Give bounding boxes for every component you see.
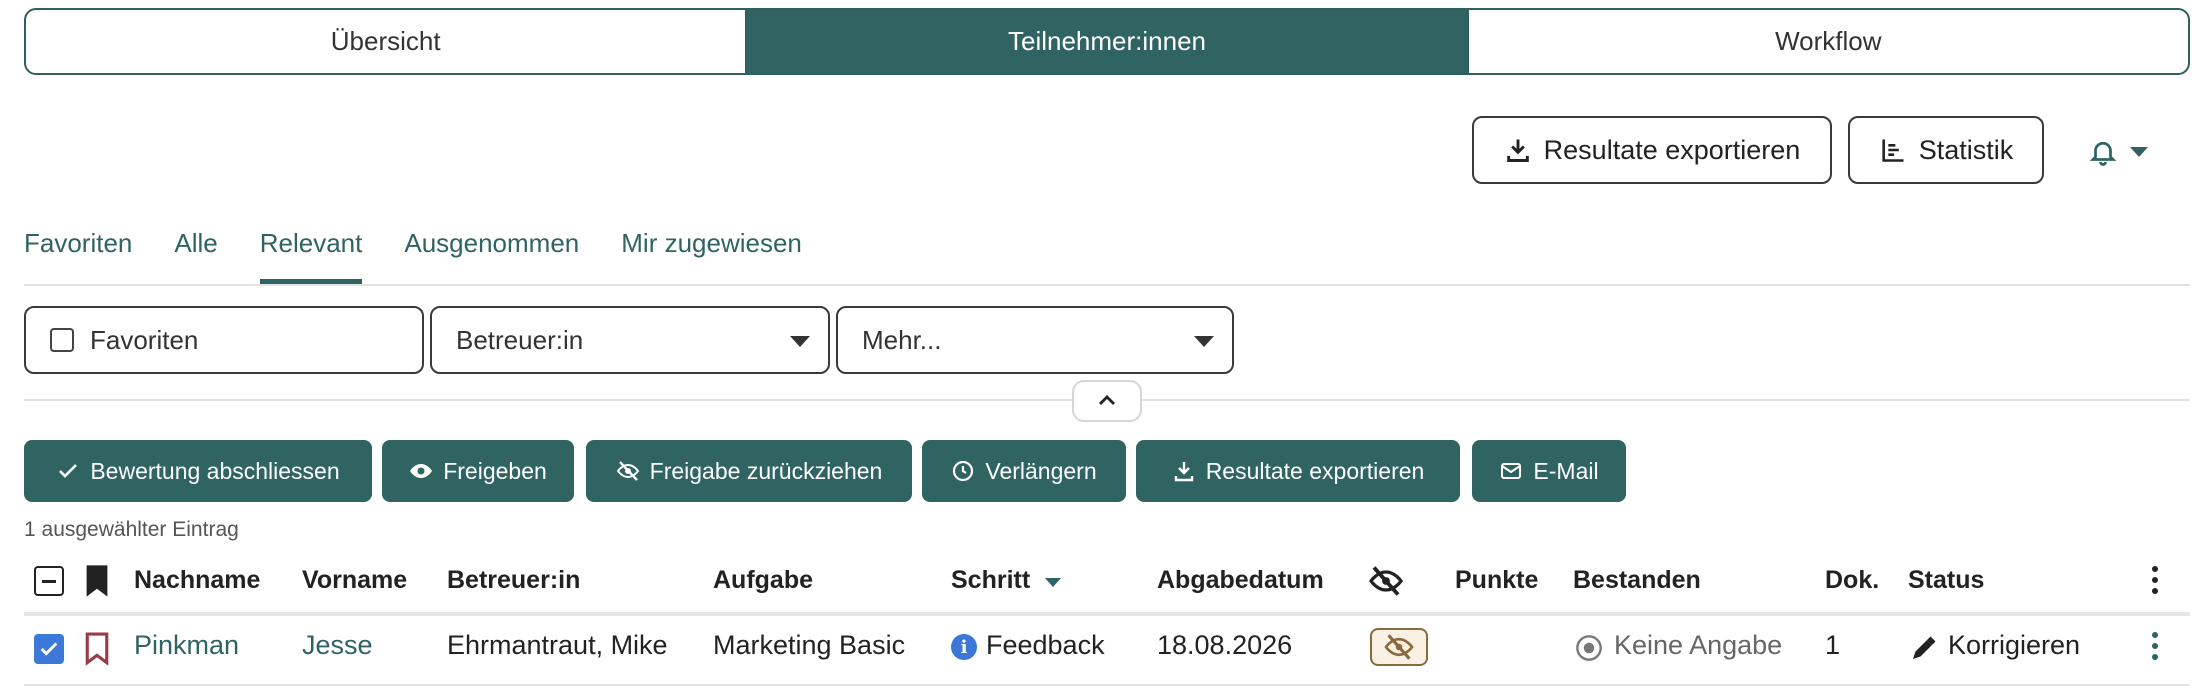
subtab-excluded[interactable]: Ausgenommen xyxy=(404,220,579,284)
hidden-badge[interactable] xyxy=(1370,628,1428,666)
table-options-kebab-icon[interactable] xyxy=(2152,566,2158,594)
minus-icon xyxy=(42,579,56,583)
bar-chart-icon xyxy=(1882,139,1904,162)
extend-button[interactable]: Verlängern xyxy=(922,440,1126,502)
bulk-export-results-button[interactable]: Resultate exportieren xyxy=(1136,440,1460,502)
release-label: Freigeben xyxy=(443,457,547,484)
col-firstname[interactable]: Vorname xyxy=(302,566,407,595)
bulk-export-label: Resultate exportieren xyxy=(1205,457,1425,484)
download-icon xyxy=(1506,139,1529,162)
eye-slash-icon xyxy=(1369,566,1403,596)
row-step[interactable]: Feedback xyxy=(986,630,1105,661)
col-docs[interactable]: Dok. xyxy=(1825,566,1879,595)
col-passed[interactable]: Bestanden xyxy=(1573,566,1701,595)
check-icon xyxy=(40,642,58,656)
export-results-label: Resultate exportieren xyxy=(1543,134,1801,165)
chevron-up-icon xyxy=(1099,395,1115,405)
top-tabs: Übersicht Teilnehmer:innen Workflow xyxy=(24,8,2190,75)
col-task[interactable]: Aufgabe xyxy=(713,566,813,595)
chevron-down-icon xyxy=(2130,147,2148,157)
supervisor-filter-label: Betreuer:in xyxy=(456,324,584,355)
notification-dropdown[interactable] xyxy=(2088,132,2168,172)
release-button[interactable]: Freigeben xyxy=(382,440,574,502)
row-docs[interactable]: 1 xyxy=(1825,630,1840,661)
divider xyxy=(24,284,2190,286)
statistics-button[interactable]: Statistik xyxy=(1848,116,2044,184)
finish-assessment-label: Bewertung abschliessen xyxy=(90,457,340,484)
more-filter[interactable]: Mehr... xyxy=(836,306,1234,374)
info-icon: i xyxy=(951,634,977,660)
extend-label: Verlängern xyxy=(985,457,1097,484)
row-checkbox[interactable] xyxy=(34,634,64,664)
more-filter-label: Mehr... xyxy=(862,324,942,355)
bookmark-icon[interactable] xyxy=(84,564,110,598)
bookmark-outline-icon[interactable] xyxy=(84,632,110,666)
subtab-all[interactable]: Alle xyxy=(174,220,217,284)
col-step[interactable]: Schritt xyxy=(951,566,1030,595)
tab-participants[interactable]: Teilnehmer:innen xyxy=(745,10,1467,73)
filter-tabs: Favoriten Alle Relevant Ausgenommen Mir … xyxy=(24,220,844,284)
col-supervisor[interactable]: Betreuer:in xyxy=(447,566,580,595)
caret-down-icon xyxy=(1194,336,1214,347)
col-status[interactable]: Status xyxy=(1908,566,1984,595)
envelope-icon xyxy=(1501,463,1522,479)
sort-caret-icon[interactable] xyxy=(1045,578,1061,587)
col-due-date[interactable]: Abgabedatum xyxy=(1157,566,1324,595)
tab-overview[interactable]: Übersicht xyxy=(26,10,745,73)
check-icon xyxy=(59,464,78,478)
caret-down-icon xyxy=(790,336,810,347)
finish-assessment-button[interactable]: Bewertung abschliessen xyxy=(24,440,372,502)
bell-icon xyxy=(2089,141,2117,166)
row-task: Marketing Basic xyxy=(713,630,906,660)
email-button[interactable]: E-Mail xyxy=(1472,440,1626,502)
row-supervisor: Ehrmantraut, Mike xyxy=(447,630,668,660)
clock-icon xyxy=(953,460,974,482)
collapse-filters-button[interactable] xyxy=(1072,380,1142,422)
statistics-label: Statistik xyxy=(1918,134,2014,165)
withdraw-release-button[interactable]: Freigabe zurückziehen xyxy=(586,440,912,502)
row-status[interactable]: Korrigieren xyxy=(1948,630,2080,661)
row-lastname[interactable]: Pinkman xyxy=(134,630,239,661)
col-lastname[interactable]: Nachname xyxy=(134,566,260,595)
row-firstname[interactable]: Jesse xyxy=(302,630,373,661)
favorites-filter[interactable]: Favoriten xyxy=(24,306,424,374)
radio-dot-icon xyxy=(1576,635,1602,661)
row-passed: Keine Angabe xyxy=(1614,630,1783,660)
subtab-relevant[interactable]: Relevant xyxy=(259,220,362,284)
col-points[interactable]: Punkte xyxy=(1455,566,1538,595)
favorites-checkbox[interactable] xyxy=(50,328,74,352)
download-icon xyxy=(1174,462,1193,482)
eye-slash-icon xyxy=(1384,634,1414,660)
pen-icon xyxy=(1913,636,1936,659)
eye-slash-icon xyxy=(616,461,639,481)
tab-workflow[interactable]: Workflow xyxy=(1466,10,2188,73)
selection-info: 1 ausgewählter Eintrag xyxy=(24,518,239,541)
favorites-filter-label: Favoriten xyxy=(90,324,199,355)
supervisor-filter[interactable]: Betreuer:in xyxy=(430,306,830,374)
export-results-button[interactable]: Resultate exportieren xyxy=(1472,116,1832,184)
row-due-date: 18.08.2026 xyxy=(1157,630,1293,660)
subtab-assigned-to-me[interactable]: Mir zugewiesen xyxy=(621,220,802,284)
eye-icon xyxy=(410,464,433,478)
select-all-checkbox[interactable] xyxy=(34,566,64,596)
subtab-favorites[interactable]: Favoriten xyxy=(24,220,132,284)
withdraw-release-label: Freigabe zurückziehen xyxy=(649,457,883,484)
row-options-kebab-icon[interactable] xyxy=(2152,632,2158,660)
email-label: E-Mail xyxy=(1533,457,1599,484)
